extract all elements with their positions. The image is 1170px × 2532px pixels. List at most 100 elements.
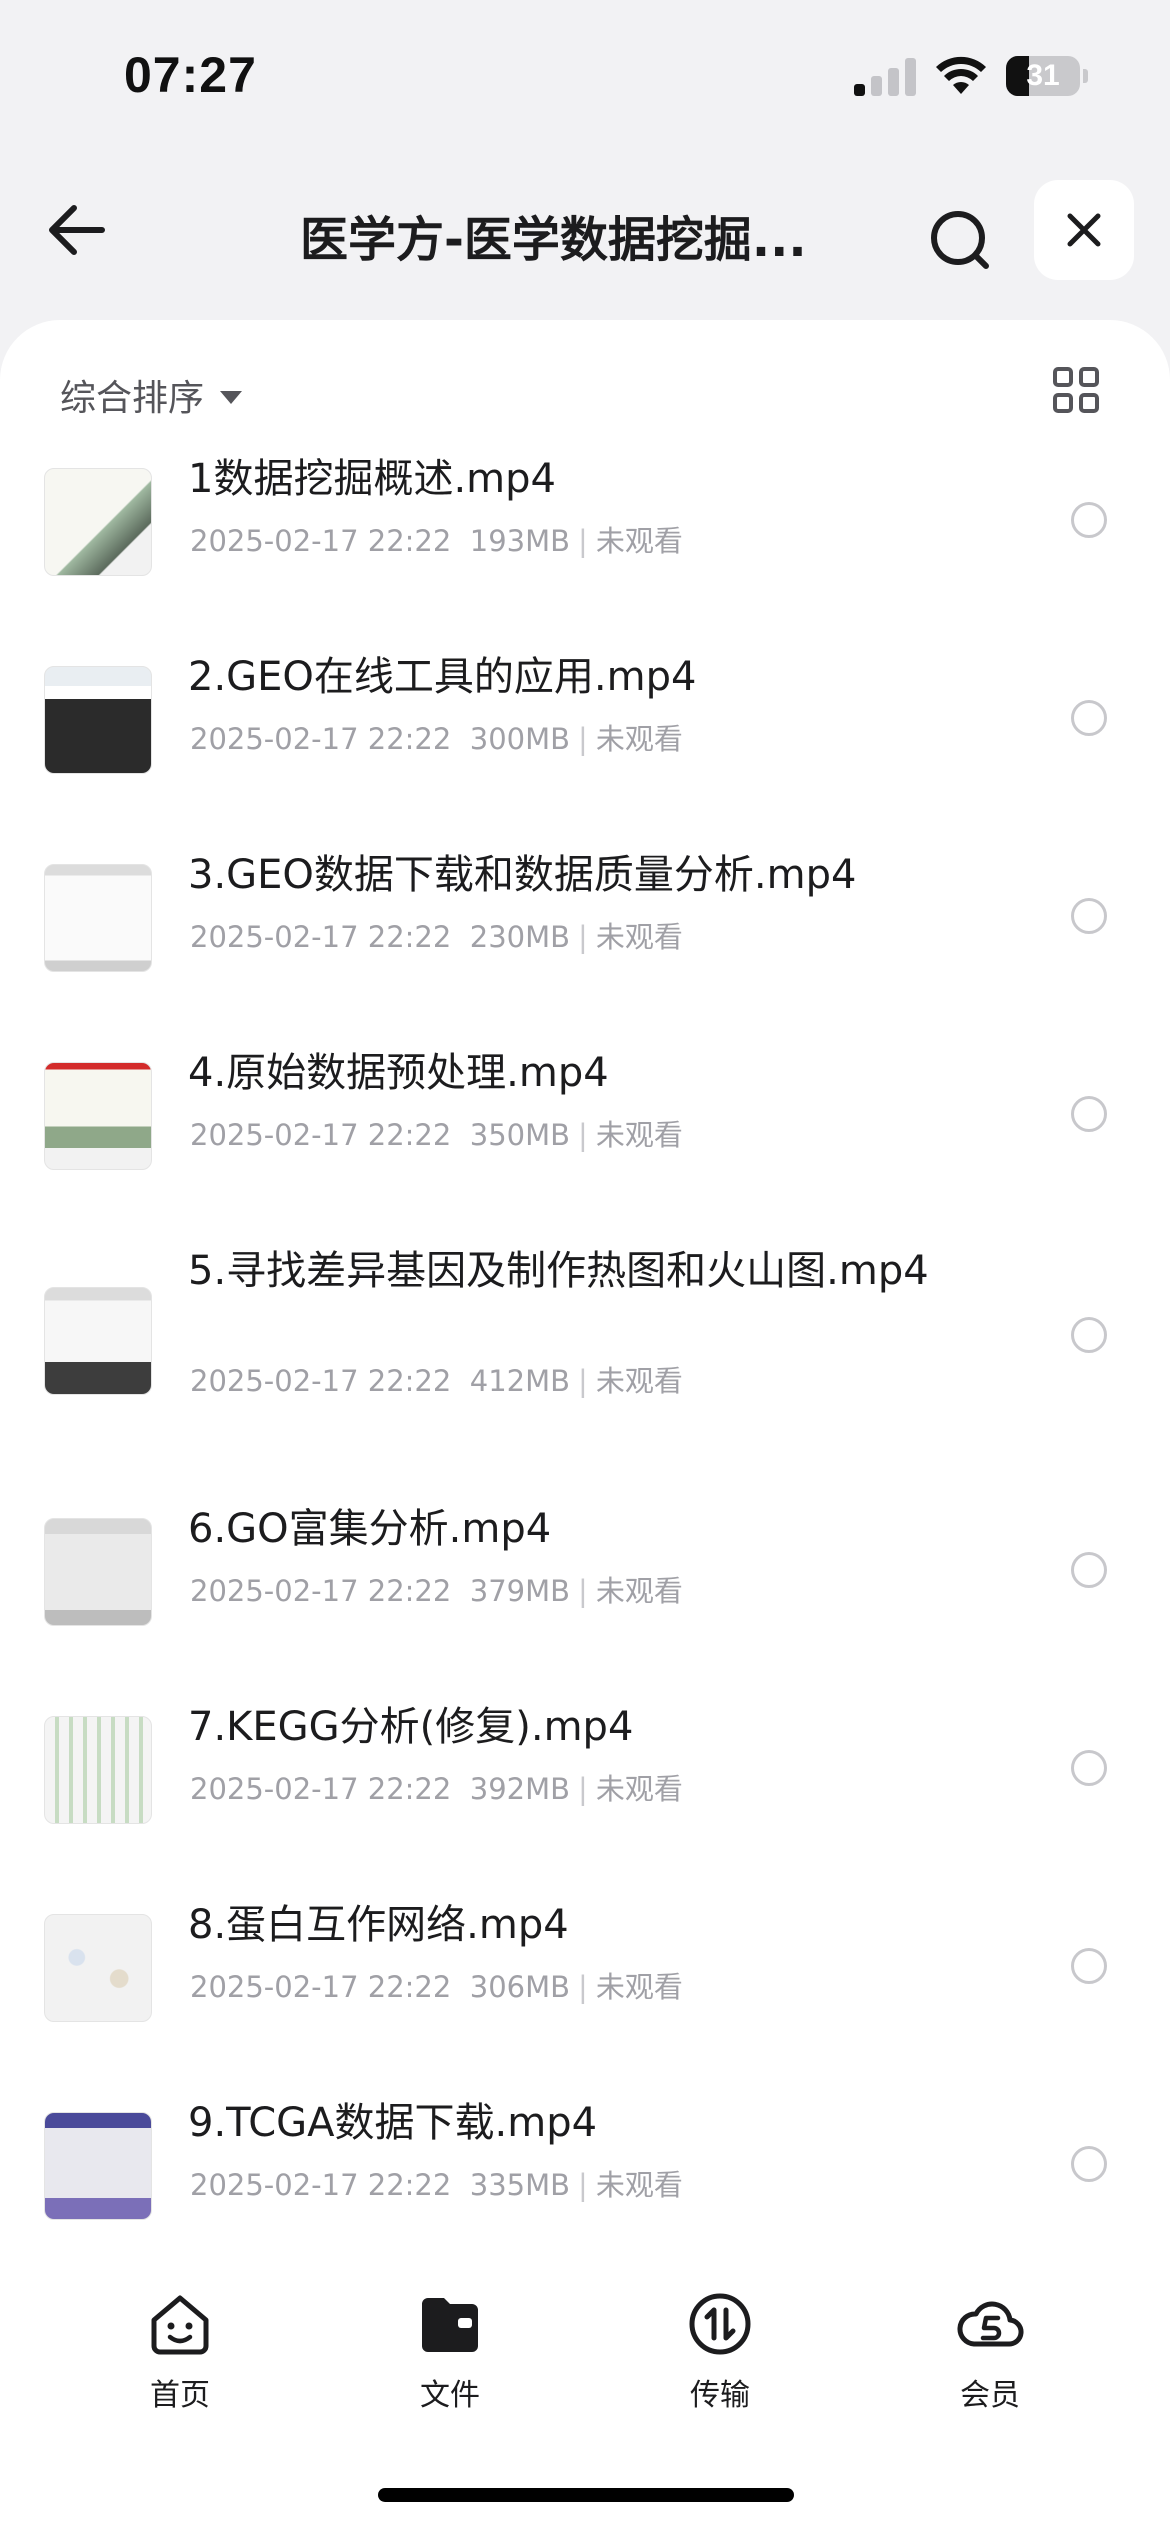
home-face-icon — [151, 2295, 209, 2355]
bottom-tab-bar: 首页 文件 传输 会员 — [0, 2270, 1170, 2413]
tab-vip[interactable]: 会员 — [920, 2290, 1060, 2413]
transfer-icon — [689, 2293, 751, 2355]
tab-label: 会员 — [960, 2378, 1020, 2413]
back-button[interactable] — [40, 190, 120, 270]
video-thumbnail — [44, 864, 152, 972]
select-radio[interactable] — [1071, 2146, 1107, 2182]
file-list-item[interactable]: 5.寻找差异基因及制作热图和火山图.mp4 2025-02-17 22:22 41… — [0, 1242, 1170, 1422]
close-button[interactable] — [1034, 180, 1134, 280]
file-panel: 综合排序 1数据挖掘概述.mp4 2025-02-17 22:22 193MB | 未… — [0, 320, 1170, 2532]
search-button[interactable] — [920, 200, 1000, 280]
file-size: 412MB — [469, 1364, 571, 1398]
arrow-left-icon — [49, 205, 105, 255]
separator: | — [578, 524, 588, 558]
file-list-item[interactable]: 1数据挖掘概述.mp4 2025-02-17 22:22 193MB | 未观看 — [0, 450, 1170, 600]
sort-dropdown[interactable]: 综合排序 — [60, 365, 243, 425]
file-date: 2025-02-17 22:22 — [190, 1970, 452, 2004]
separator: | — [578, 920, 588, 954]
file-size: 300MB — [469, 722, 571, 756]
file-date: 2025-02-17 22:22 — [190, 1364, 452, 1398]
status-time: 07:27 — [124, 47, 257, 103]
file-list-item[interactable]: 9.TCGA数据下载.mp4 2025-02-17 22:22 335MB | 未观看 — [0, 2094, 1170, 2244]
file-list-item[interactable]: 4.原始数据预处理.mp4 2025-02-17 22:22 350MB | 未观看 — [0, 1044, 1170, 1194]
folder-icon — [422, 2298, 478, 2352]
file-name: 5.寻找差异基因及制作热图和火山图.mp4 — [188, 1248, 929, 1294]
navigation-header: 医学方-医学数据挖掘... — [0, 160, 1170, 300]
file-list-item[interactable]: 6.GO富集分析.mp4 2025-02-17 22:22 379MB | 未观看 — [0, 1500, 1170, 1650]
vip-cloud-icon — [957, 2301, 1024, 2347]
file-list-item[interactable]: 7.KEGG分析(修复).mp4 2025-02-17 22:22 392MB | 未… — [0, 1698, 1170, 1848]
status-bar: 07:27 31 — [0, 0, 1170, 150]
file-size: 379MB — [469, 1574, 571, 1608]
select-radio[interactable] — [1071, 700, 1107, 736]
watch-status: 未观看 — [595, 1364, 683, 1398]
separator: | — [578, 722, 588, 756]
tab-label: 传输 — [690, 2378, 750, 2413]
file-meta: 2025-02-17 22:22 379MB | 未观看 — [190, 1568, 683, 1610]
separator: | — [578, 1970, 588, 2004]
watch-status: 未观看 — [595, 1772, 683, 1806]
file-size: 392MB — [469, 1772, 571, 1806]
select-radio[interactable] — [1071, 502, 1107, 538]
battery-level: 31 — [1026, 59, 1060, 92]
video-thumbnail — [44, 2112, 152, 2220]
file-size: 335MB — [469, 2168, 571, 2202]
select-radio[interactable] — [1071, 1096, 1107, 1132]
file-date: 2025-02-17 22:22 — [190, 1118, 452, 1152]
watch-status: 未观看 — [595, 2168, 683, 2202]
file-name: 4.原始数据预处理.mp4 — [188, 1050, 609, 1096]
file-list-item[interactable]: 8.蛋白互作网络.mp4 2025-02-17 22:22 306MB | 未观看 — [0, 1896, 1170, 2046]
close-icon — [1067, 213, 1101, 247]
sort-label: 综合排序 — [60, 378, 205, 419]
file-name: 7.KEGG分析(修复).mp4 — [188, 1704, 634, 1750]
video-thumbnail — [44, 1062, 152, 1170]
tab-label: 文件 — [420, 2378, 480, 2413]
file-date: 2025-02-17 22:22 — [190, 920, 452, 954]
file-date: 2025-02-17 22:22 — [190, 722, 452, 756]
file-date: 2025-02-17 22:22 — [190, 2168, 452, 2202]
search-icon — [931, 211, 989, 269]
tab-transfer[interactable]: 传输 — [650, 2290, 790, 2413]
page-title: 医学方-医学数据挖掘... — [300, 212, 807, 262]
file-date: 2025-02-17 22:22 — [190, 524, 452, 558]
select-radio[interactable] — [1071, 1552, 1107, 1588]
watch-status: 未观看 — [595, 1574, 683, 1608]
video-thumbnail — [44, 666, 152, 774]
tab-files[interactable]: 文件 — [380, 2290, 520, 2413]
video-thumbnail — [44, 1716, 152, 1824]
grid-view-button[interactable] — [1052, 366, 1100, 414]
select-radio[interactable] — [1071, 1317, 1107, 1353]
file-size: 306MB — [469, 1970, 571, 2004]
select-radio[interactable] — [1071, 1948, 1107, 1984]
watch-status: 未观看 — [595, 920, 683, 954]
watch-status: 未观看 — [595, 1970, 683, 2004]
separator: | — [578, 1118, 588, 1152]
caret-down-icon — [220, 390, 243, 404]
separator: | — [578, 1574, 588, 1608]
watch-status: 未观看 — [595, 722, 683, 756]
separator: | — [578, 2168, 588, 2202]
watch-status: 未观看 — [595, 524, 683, 558]
battery-icon: 31 — [1006, 56, 1088, 96]
file-meta: 2025-02-17 22:22 300MB | 未观看 — [190, 716, 683, 758]
file-list-item[interactable]: 2.GEO在线工具的应用.mp4 2025-02-17 22:22 300MB | 未… — [0, 648, 1170, 798]
video-thumbnail — [44, 1518, 152, 1626]
tab-label: 首页 — [150, 2378, 210, 2413]
file-meta: 2025-02-17 22:22 392MB | 未观看 — [190, 1766, 683, 1808]
file-list-item[interactable]: 3.GEO数据下载和数据质量分析.mp4 2025-02-17 22:22 230… — [0, 846, 1170, 996]
file-name: 8.蛋白互作网络.mp4 — [188, 1902, 569, 1948]
select-radio[interactable] — [1071, 1750, 1107, 1786]
tab-home[interactable]: 首页 — [110, 2290, 250, 2413]
file-meta: 2025-02-17 22:22 335MB | 未观看 — [190, 2162, 683, 2204]
file-meta: 2025-02-17 22:22 306MB | 未观看 — [190, 1964, 683, 2006]
file-meta: 2025-02-17 22:22 193MB | 未观看 — [190, 518, 683, 560]
file-name: 3.GEO数据下载和数据质量分析.mp4 — [188, 852, 857, 898]
file-size: 193MB — [469, 524, 571, 558]
cellular-signal-icon — [854, 58, 916, 96]
select-radio[interactable] — [1071, 898, 1107, 934]
file-meta: 2025-02-17 22:22 350MB | 未观看 — [190, 1112, 683, 1154]
file-date: 2025-02-17 22:22 — [190, 1772, 452, 1806]
file-meta: 2025-02-17 22:22 412MB | 未观看 — [190, 1358, 683, 1400]
file-name: 6.GO富集分析.mp4 — [188, 1506, 552, 1552]
home-indicator — [378, 2488, 794, 2502]
